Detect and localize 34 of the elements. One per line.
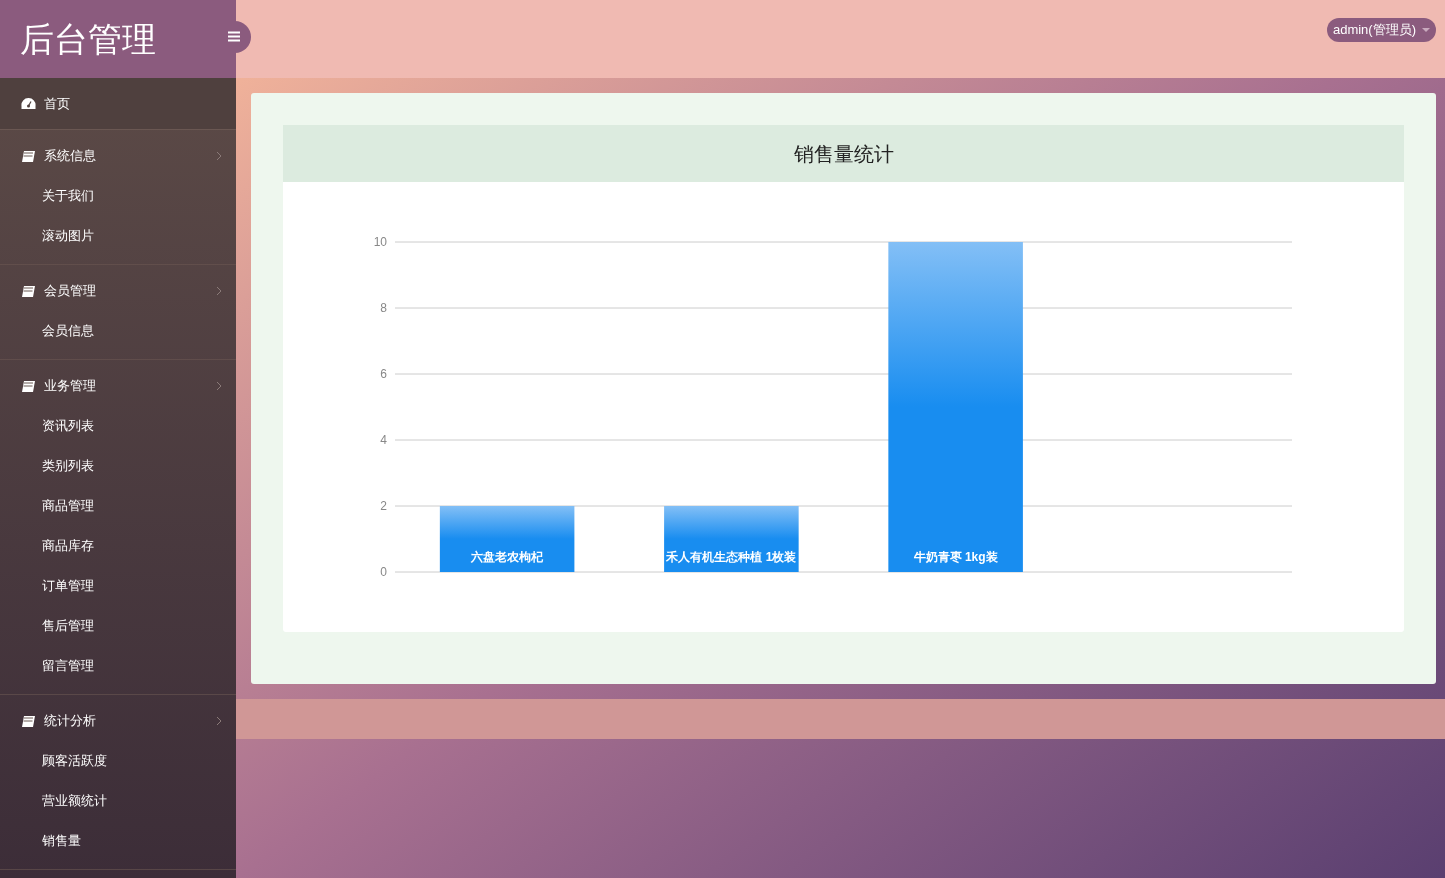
menu-toggle[interactable]: [235, 21, 251, 53]
axis-tick-label: 4: [380, 433, 387, 447]
nav-subitem[interactable]: 订单管理: [0, 566, 236, 606]
axis-tick-label: 6: [380, 367, 387, 381]
nav-subitem[interactable]: 商品库存: [0, 526, 236, 566]
nav-subitem[interactable]: 类别列表: [0, 446, 236, 486]
chevron-right-icon: [216, 381, 222, 391]
chevron-right-icon: [216, 716, 222, 726]
nav-subitem[interactable]: 留言管理: [0, 646, 236, 686]
axis-tick-label: 0: [380, 565, 387, 579]
nav-subitem[interactable]: 滚动图片: [0, 216, 236, 256]
chevron-right-icon: [216, 286, 222, 296]
bar-label: 六盘老农枸杞: [471, 550, 544, 564]
dashboard-icon: [21, 97, 36, 110]
book-icon: [21, 284, 36, 298]
bar-label: 禾人有机生态种植 1枚装: [666, 550, 797, 564]
nav-item[interactable]: 首页: [0, 78, 236, 130]
user-menu[interactable]: admin(管理员): [1326, 18, 1436, 42]
book-icon: [21, 714, 36, 728]
logo-text: 后台管理: [20, 18, 156, 60]
book-icon: [21, 149, 36, 163]
menu-icon: [228, 31, 240, 42]
book-icon: [21, 379, 36, 393]
nav-subitem[interactable]: 商品管理: [0, 486, 236, 526]
nav-subitem[interactable]: 销售量: [0, 821, 236, 861]
bar-label: 牛奶青枣 1kg装: [913, 550, 998, 564]
nav-subitem[interactable]: 营业额统计: [0, 781, 236, 821]
caret-icon: [1422, 28, 1430, 32]
axis-tick-label: 8: [380, 301, 387, 315]
axis-tick-label: 2: [380, 499, 387, 513]
nav-subitem[interactable]: 售后管理: [0, 606, 236, 646]
chevron-right-icon: [216, 151, 222, 161]
panel-title: 销售量统计: [793, 141, 894, 167]
axis-tick-label: 10: [373, 235, 387, 249]
